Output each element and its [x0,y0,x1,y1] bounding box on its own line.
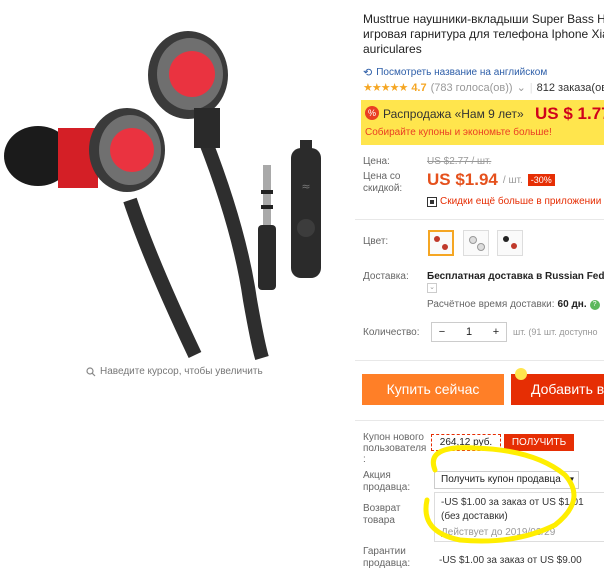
add-to-cart-button[interactable]: Добавить в [511,374,604,405]
quantity-input[interactable]: 1 [459,326,479,338]
product-gallery[interactable]: ≈ Наведите курсор, чтобы увеличить [0,0,350,385]
help-icon[interactable]: ? [589,299,600,310]
old-price: US $2.77 / шт. [427,156,492,167]
coupon-shipping-note: (без доставки) [441,511,508,522]
product-title: Musttrue наушники-вкладыши Super Bass H … [363,12,604,56]
zoom-hint-text: Наведите курсор, чтобы увеличить [100,366,263,377]
return-label: Возврат товара [363,503,401,526]
discount-price: US $1.94 [427,170,498,189]
promo-title: Распродажа «Нам 9 лет» [383,107,524,121]
chevron-down-icon[interactable]: ⌄ [517,81,526,94]
app-discount-link[interactable]: Скидки ещё больше в приложении [427,196,601,207]
seller-promo-label: Акция продавца: [363,470,411,493]
price-label: Цена: [363,156,390,167]
rating-stars: ★★★★★ [363,82,408,94]
per-unit: / шт. [502,174,523,186]
chevron-down-icon[interactable]: ⌄ [427,283,437,293]
translate-title-link[interactable]: ⟲ Посмотреть название на английском [363,66,547,79]
divider [355,420,604,421]
seller-coupon-card: -US $1.00 за заказ от US $1.01 (без дост… [434,492,604,542]
guarantee-label: Гарантии продавца: [363,546,411,569]
promo-subtitle: Собирайте купоны и экономьте больше! [365,127,552,138]
delivery-estimate-label: Расчётное время доставки: [427,299,555,310]
translate-link-label: Посмотреть название на английском [376,67,548,78]
quantity-plus-button[interactable]: + [486,326,506,338]
qr-code-icon [427,196,437,207]
orders-count: 812 заказа(ов) [536,81,604,94]
discount-badge: -30% [527,174,555,186]
delivery-estimate: Расчётное время доставки: 60 дн. ? [427,299,600,310]
cart-badge-icon [515,368,527,380]
quantity-label: Количество: [363,327,420,338]
delivery-estimate-value: 60 дн. [557,299,587,310]
get-coupon-button[interactable]: ПОЛУЧИТЬ [504,434,574,451]
rating-row: ★★★★★ 4.7 (783 голоса(ов)) ⌄ | 812 заказ… [363,81,604,95]
rating-score: 4.7 [411,81,427,94]
divider [355,360,604,361]
buy-now-button[interactable]: Купить сейчас [362,374,504,405]
seller-coupon-dropdown[interactable]: Получить купон продавца ▼ [434,471,579,489]
coupon-terms-2: -US $1.00 за заказ от US $9.00 [439,555,582,566]
discount-price-row: US $1.94 / шт. -30% [427,170,555,190]
coupon-terms: -US $1.00 за заказ от US $1.01 [441,497,584,508]
seller-coupon-dropdown-label: Получить купон продавца [441,474,561,485]
color-option-red[interactable] [428,230,454,256]
shipping-label: Доставка: [363,271,409,282]
new-user-coupon-value: 264,12 руб. [431,434,501,451]
rating-votes[interactable]: (783 голоса(ов)) [431,82,513,94]
divider [355,219,604,220]
color-label: Цвет: [363,236,389,247]
promo-banner[interactable]: % Распродажа «Нам 9 лет» Собирайте купон… [361,100,604,145]
product-info: Musttrue наушники-вкладыши Super Bass H … [355,0,604,569]
caret-down-icon: ▼ [567,475,576,484]
coupon-expiry: Действует до 2019/03/29 [441,527,556,538]
translate-icon: ⟲ [363,67,373,79]
shipping-method[interactable]: Бесплатная доставка в Russian Feder [427,271,604,282]
app-discount-label: Скидки ещё больше в приложении [440,196,602,207]
shipping-method-text: Бесплатная доставка в Russian Feder [427,271,604,282]
product-image[interactable]: ≈ [0,0,350,362]
discount-price-label: Цена со скидкой: [363,171,403,194]
magnifier-icon [86,366,96,376]
zoom-hint: Наведите курсор, чтобы увеличить [86,366,263,377]
new-user-coupon-label: Купон нового пользователя : [363,432,427,465]
promo-price: US $ 1.77 [535,104,604,123]
sale-icon: % [365,106,379,120]
quantity-stepper[interactable]: − 1 + [431,322,507,342]
divider-bar: | [529,81,533,94]
svg-text:≈: ≈ [301,180,310,193]
quantity-minus-button[interactable]: − [432,326,452,338]
inline-remote: ≈ [291,140,321,278]
color-option-black[interactable] [497,230,523,256]
quantity-available: шт. (91 шт. доступно [513,327,598,337]
color-option-white[interactable] [463,230,489,256]
